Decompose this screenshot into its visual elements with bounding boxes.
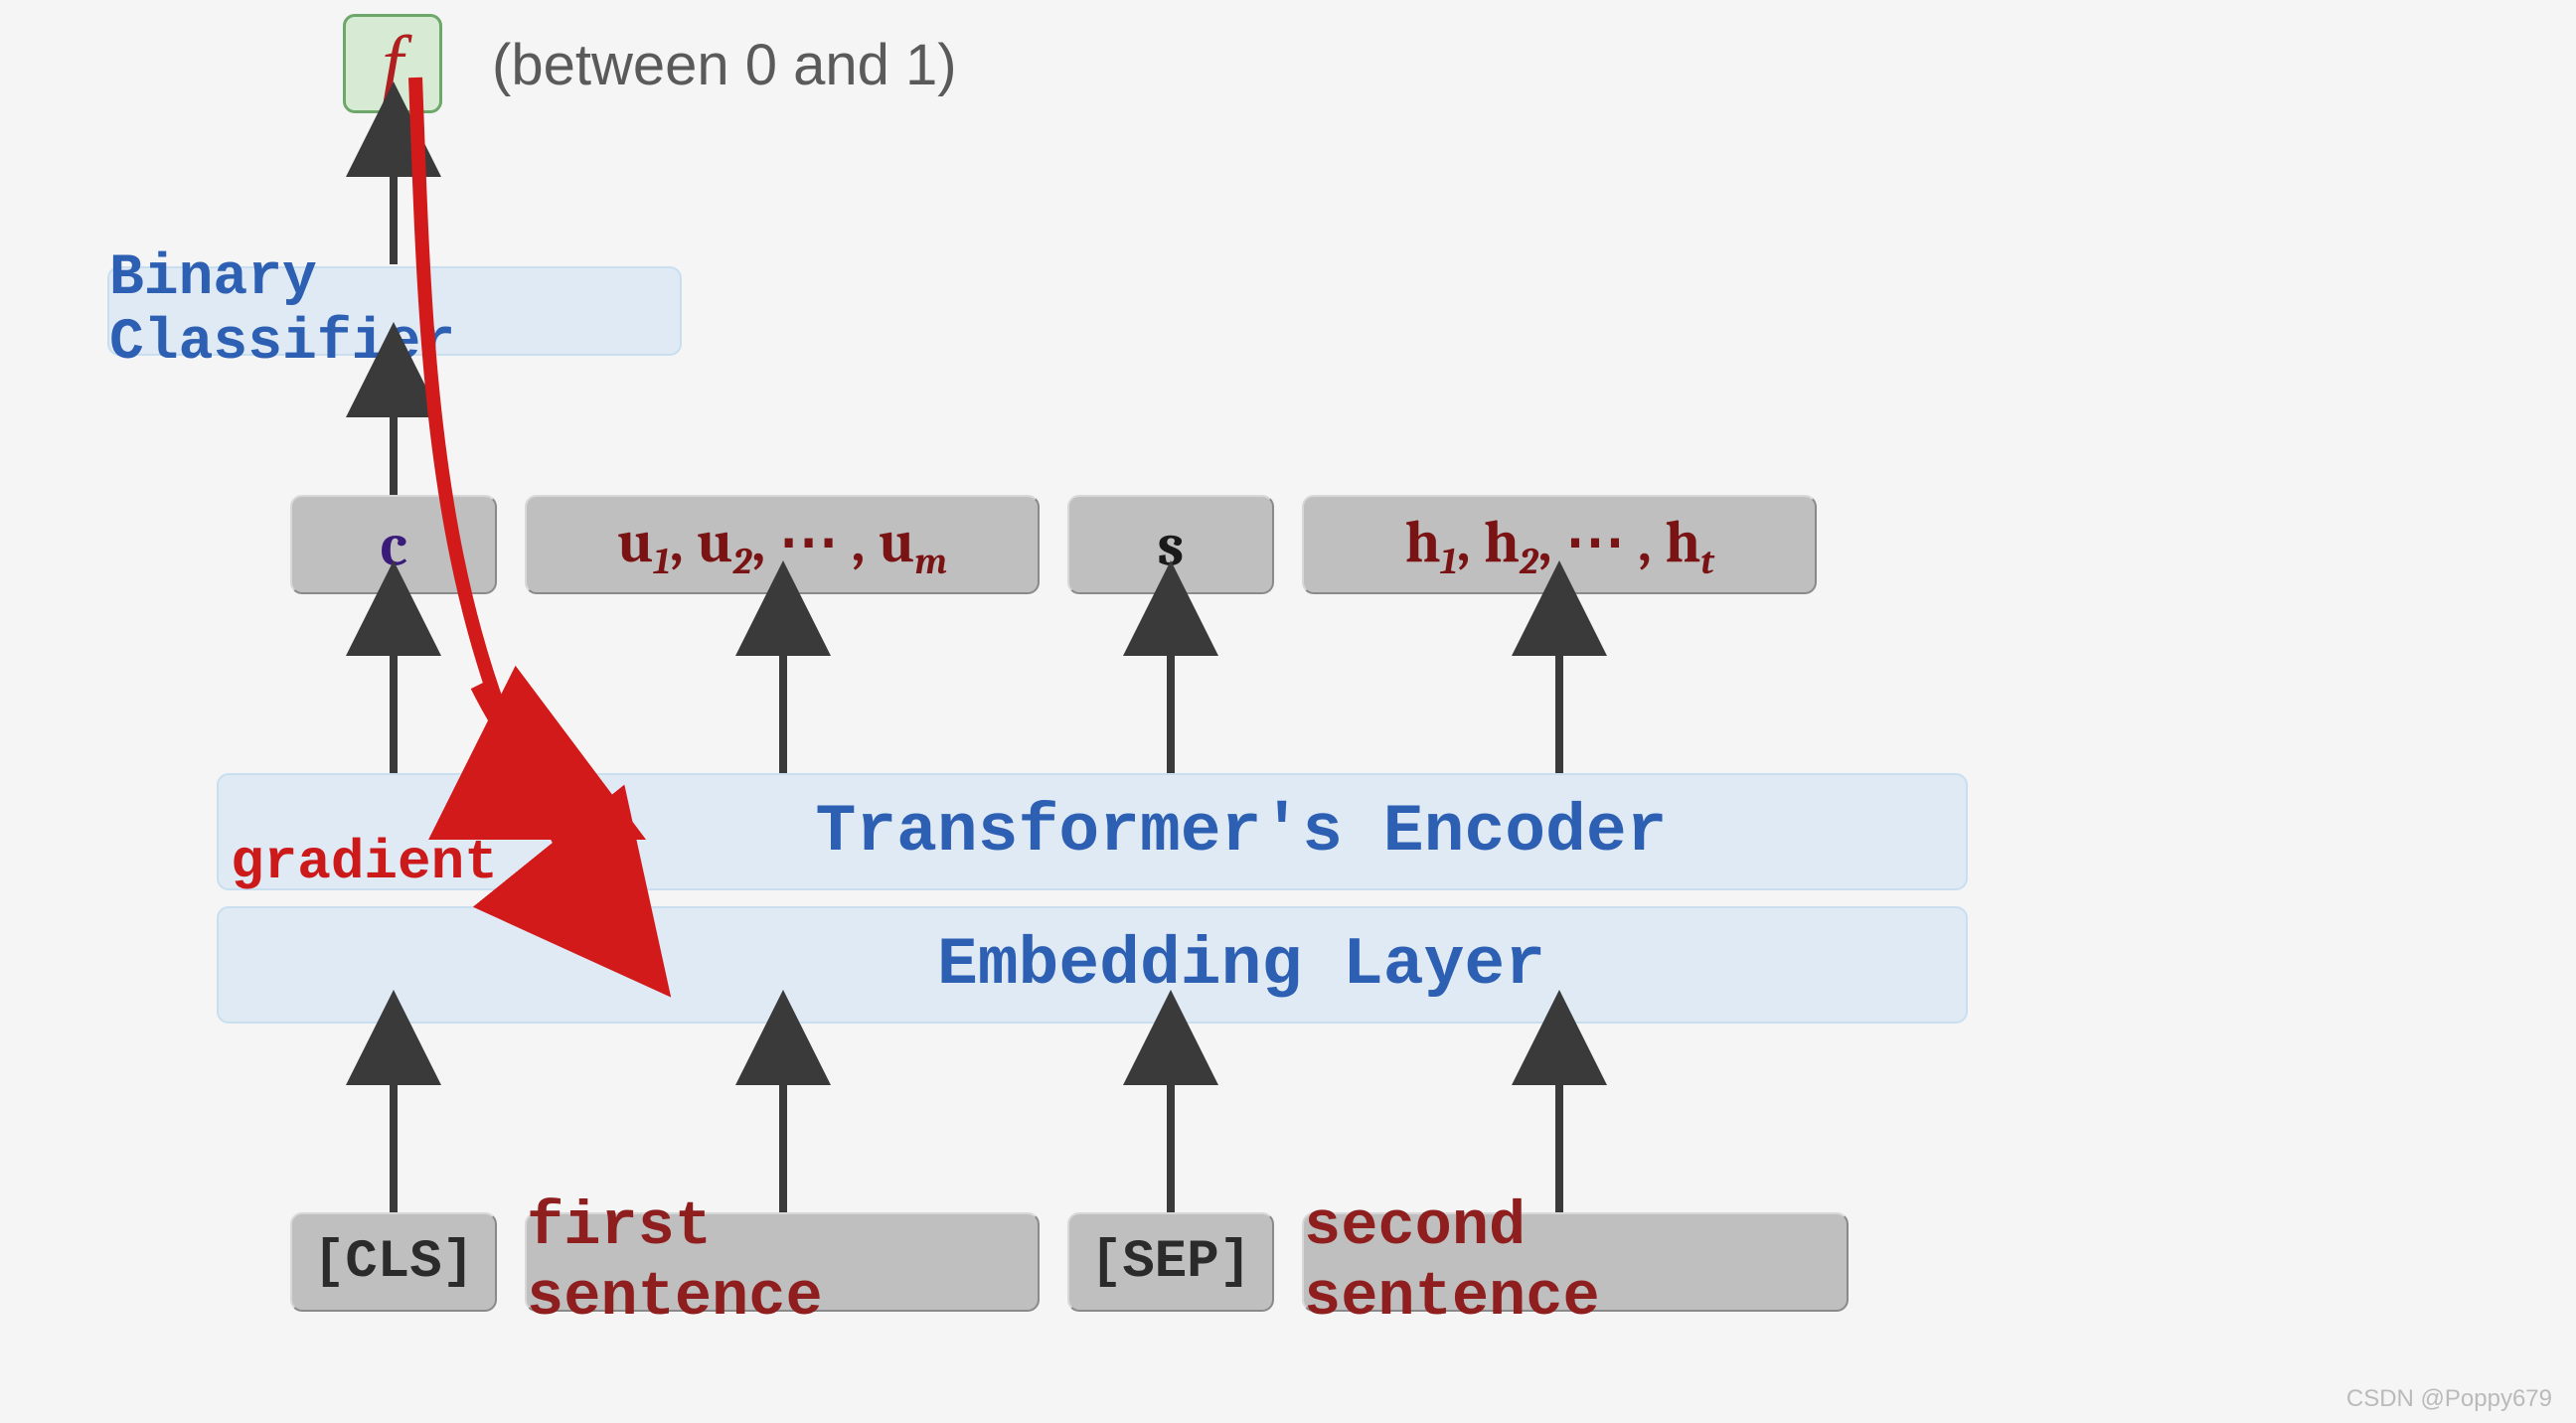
gradient-arrow-set — [0, 0, 2576, 1423]
gradient-label: gradient — [231, 831, 498, 894]
watermark: CSDN @Poppy679 — [2346, 1385, 2552, 1413]
